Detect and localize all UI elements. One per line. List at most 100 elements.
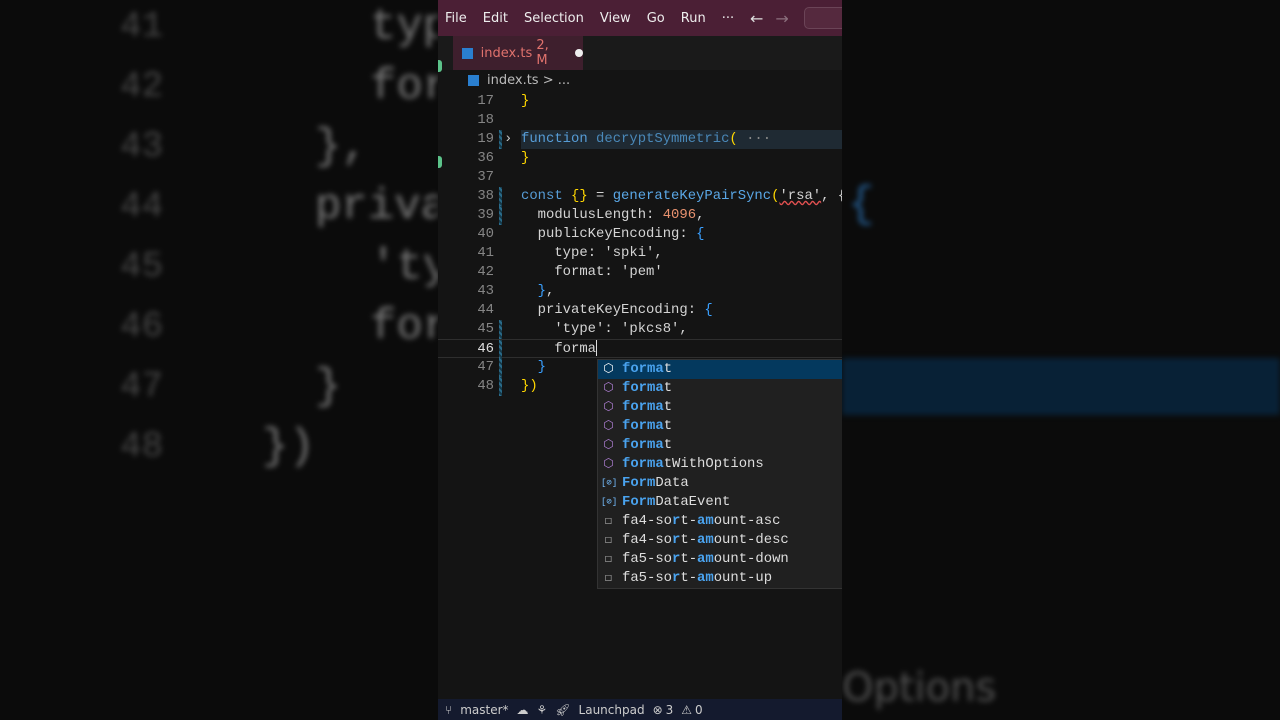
- suggestion-text: am: [697, 513, 714, 529]
- breadcrumb-file[interactable]: index.ts: [487, 73, 539, 88]
- line-number: 17: [477, 93, 494, 109]
- autocomplete-suggestions: ⬡ forma t ⬡ forma t ⬡ forma t ⬡ forma t ⬡ forma t ⬡ form…: [597, 359, 842, 589]
- menu-run[interactable]: Run: [681, 11, 706, 26]
- back-arrow-icon[interactable]: ←: [750, 9, 763, 28]
- suggestion-match: Form: [622, 494, 656, 510]
- launchpad-label[interactable]: Launchpad: [579, 703, 645, 717]
- text-icon: ☐: [604, 552, 613, 566]
- blurred-line-number: 46: [120, 306, 164, 347]
- suggestion-item[interactable]: ⬡ forma t: [598, 379, 842, 398]
- line-number: 47: [477, 359, 494, 375]
- suggestion-text: ount-desc: [713, 532, 789, 548]
- suggestion-item[interactable]: ⬡ forma t: [598, 398, 842, 417]
- suggestion-item[interactable]: ⬡ forma t: [598, 417, 842, 436]
- error-count[interactable]: 3: [666, 703, 674, 717]
- suggestion-item[interactable]: ☐ f a4-so r t-am ount-asc: [598, 512, 842, 531]
- code-token: generateKeyPairSync: [612, 188, 772, 204]
- code-text: 'type': 'pkcs8',: [521, 320, 687, 339]
- typescript-file-icon: [462, 47, 473, 59]
- menu-go[interactable]: Go: [647, 11, 665, 26]
- line-number: 18: [477, 112, 494, 128]
- rocket-icon: 🚀︎: [555, 702, 571, 717]
- code-token: 'rsa': [779, 188, 822, 204]
- code-line: 42 format: 'pem': [438, 263, 842, 282]
- code-token: type: [521, 245, 588, 261]
- code-token: decryptSymmetric: [596, 131, 730, 147]
- breadcrumb-more[interactable]: ...: [558, 73, 570, 88]
- code-token: 'pem': [621, 264, 663, 280]
- blurred-code: for: [370, 302, 438, 352]
- code-line: 37: [438, 168, 842, 187]
- blurred-line-number: 41: [120, 6, 164, 47]
- suggestion-item[interactable]: ☐ f a4-so r t-am ount-desc: [598, 531, 842, 550]
- suggestion-match: forma: [622, 399, 664, 415]
- menu-selection[interactable]: Selection: [524, 11, 584, 26]
- suggestion-match: forma: [622, 456, 664, 472]
- cloud-sync-icon[interactable]: ☁: [517, 703, 529, 717]
- suggestion-text: am: [697, 532, 714, 548]
- suggestion-item[interactable]: [⊘] Form DataEvent: [598, 493, 842, 512]
- code-line: 40 publicKeyEncoding: {: [438, 225, 842, 244]
- suggestion-item[interactable]: ☐ f a5-so r t-am ount-up: [598, 569, 842, 588]
- code-line: 43 },: [438, 282, 842, 301]
- property-icon: ⬡: [603, 457, 614, 471]
- menu-file[interactable]: File: [445, 11, 467, 26]
- code-token: :: [687, 302, 705, 318]
- suggestion-text: a5-so: [630, 570, 673, 586]
- menu-view[interactable]: View: [600, 11, 631, 26]
- blurred-code: },: [315, 122, 368, 172]
- suggestion-item[interactable]: ⬡ forma tWithOptions: [598, 455, 842, 474]
- branch-name[interactable]: master*: [460, 703, 508, 717]
- suggestion-match: forma: [622, 418, 664, 434]
- line-number: 36: [477, 150, 494, 166]
- suggestion-item[interactable]: [⊘] Form Data: [598, 474, 842, 493]
- command-center[interactable]: [804, 7, 842, 29]
- code-text: }: [521, 92, 529, 111]
- suggestion-rest: t: [663, 399, 673, 415]
- variable-icon: [⊘]: [601, 478, 618, 488]
- suggestion-item[interactable]: ⬡ forma t: [598, 436, 842, 455]
- forward-arrow-icon[interactable]: →: [775, 9, 788, 28]
- code-text: type: 'spki',: [521, 244, 662, 263]
- modified-line-marker: [499, 358, 502, 377]
- code-token: modulusLength: [521, 207, 647, 223]
- code-token: 'spki': [604, 245, 655, 261]
- suggestion-item[interactable]: ☐ f a5-so r t-am ount-down: [598, 550, 842, 569]
- menu-more[interactable]: ···: [722, 11, 734, 26]
- menu-edit[interactable]: Edit: [483, 11, 508, 26]
- blurred-code: priva: [315, 182, 438, 232]
- property-icon: ⬡: [603, 419, 614, 433]
- fold-chevron-icon[interactable]: ›: [504, 130, 512, 149]
- unsaved-dot-icon[interactable]: [575, 49, 584, 57]
- suggestion-rest: Data: [655, 475, 689, 491]
- text-icon: ☐: [604, 571, 613, 585]
- line-number: 38: [477, 188, 494, 204]
- line-number: 42: [477, 264, 494, 280]
- suggestion-text: ount-up: [713, 570, 773, 586]
- code-token: :: [604, 264, 622, 280]
- suggestion-text: f: [622, 532, 631, 548]
- warning-count[interactable]: 0: [695, 703, 703, 717]
- code-token: privateKeyEncoding: [521, 302, 688, 318]
- suggestion-rest: t: [663, 437, 673, 453]
- tab-index-ts[interactable]: index.ts 2, M: [453, 36, 584, 70]
- code-token: publicKeyEncoding: [521, 226, 680, 242]
- suggestion-text: ount-asc: [713, 513, 781, 529]
- typescript-file-icon: [468, 75, 479, 86]
- suggestion-match: forma: [622, 361, 664, 377]
- suggestion-item[interactable]: ⬡ forma t: [598, 360, 842, 379]
- code-line: 18: [438, 111, 842, 130]
- git-change-marker: [438, 60, 442, 72]
- git-graph-icon[interactable]: ⚘: [537, 703, 548, 717]
- code-token: :: [604, 321, 622, 337]
- code-token: :: [587, 245, 605, 261]
- modified-line-marker: [499, 130, 502, 149]
- modified-line-marker: [499, 377, 502, 396]
- code-token: {: [704, 302, 713, 318]
- blurred-line-number: 44: [120, 186, 164, 227]
- status-bar: ⑂ master* ☁ ⚘ 🚀︎ Launchpad ⊗ 3 ⚠ 0: [438, 699, 842, 720]
- blurred-code: typ: [370, 2, 438, 52]
- suggestion-text: r: [672, 551, 681, 567]
- code-line: 36}: [438, 149, 842, 168]
- blurred-code: for: [370, 62, 438, 112]
